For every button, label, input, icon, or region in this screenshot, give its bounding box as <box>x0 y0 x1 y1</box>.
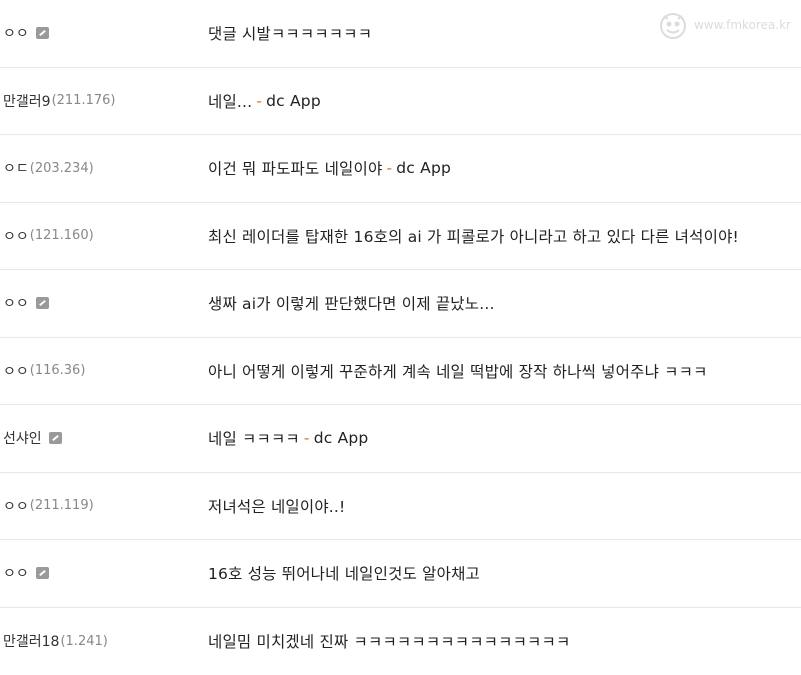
author-ip: (211.119) <box>30 498 94 513</box>
fixed-nick-icon <box>36 297 49 309</box>
app-suffix-dash: - <box>386 159 392 177</box>
comment-author[interactable]: ㅇㅇ <box>3 540 49 607</box>
author-nickname[interactable]: ㅇㅇ <box>3 496 29 516</box>
comment-author[interactable]: ㅇㅇ(211.119) <box>3 473 94 540</box>
author-nickname[interactable]: ㅇㄷ <box>3 158 29 178</box>
comment-text: 이건 뭐 파도파도 네일이야-dc App <box>208 135 451 202</box>
comment-text: 네일 ㅋㅋㅋㅋ-dc App <box>208 405 368 472</box>
fixed-nick-icon <box>36 567 49 579</box>
author-ip: (116.36) <box>30 363 86 378</box>
comment-text: 네일...-dc App <box>208 68 321 135</box>
comment-text: 16호 성능 뛰어나네 네일인것도 알아채고 <box>208 540 480 607</box>
comment-list: ㅇㅇ댓글 시발ㅋㅋㅋㅋㅋㅋㅋ만갤러9(211.176)네일...-dc Appㅇ… <box>0 0 801 675</box>
app-suffix-dash: - <box>256 92 262 110</box>
comment-text: 아니 어떻게 이렇게 꾸준하게 계속 네일 떡밥에 장작 하나씩 넣어주냐 ㅋㅋ… <box>208 338 708 405</box>
app-suffix-label: dc App <box>396 159 451 177</box>
comment-row: ㅇㅇ(116.36) 아니 어떻게 이렇게 꾸준하게 계속 네일 떡밥에 장작 하… <box>0 338 801 406</box>
comment-text: 댓글 시발ㅋㅋㅋㅋㅋㅋㅋ <box>208 0 372 67</box>
comment-text: 네일밈 미치겠네 진짜 ㅋㅋㅋㅋㅋㅋㅋㅋㅋㅋㅋㅋㅋㅋㅋ <box>208 608 570 675</box>
author-nickname[interactable]: 만갤러18 <box>3 631 59 651</box>
fixed-nick-icon <box>36 27 49 39</box>
comment-row: ㅇㅇ(121.160) 최신 레이더를 탑재한 16호의 ai 가 피콜로가 아니… <box>0 203 801 271</box>
comment-body: 생짜 ai가 이렇게 판단했다면 이제 끝났노... <box>208 292 495 314</box>
author-nickname[interactable]: ㅇㅇ <box>3 226 29 246</box>
author-nickname[interactable]: ㅇㅇ <box>3 361 29 381</box>
comment-author[interactable]: ㅇㅇ(116.36) <box>3 338 85 405</box>
author-ip: (203.234) <box>30 161 94 176</box>
author-nickname[interactable]: ㅇㅇ <box>3 23 29 43</box>
comment-row: ㅇㄷ(203.234) 이건 뭐 파도파도 네일이야-dc App <box>0 135 801 203</box>
comment-row: 선샤인 네일 ㅋㅋㅋㅋ-dc App <box>0 405 801 473</box>
comment-row: ㅇㅇ 16호 성능 뛰어나네 네일인것도 알아채고 <box>0 540 801 608</box>
app-suffix-label: dc App <box>266 92 321 110</box>
comment-text: 저녀석은 네일이야..! <box>208 473 345 540</box>
comment-body: 이건 뭐 파도파도 네일이야 <box>208 157 382 179</box>
fixed-nick-icon <box>49 432 62 444</box>
author-ip: (121.160) <box>30 228 94 243</box>
author-nickname[interactable]: ㅇㅇ <box>3 293 29 313</box>
author-ip: (1.241) <box>60 634 107 649</box>
comment-row: 만갤러18(1.241) 네일밈 미치겠네 진짜 ㅋㅋㅋㅋㅋㅋㅋㅋㅋㅋㅋㅋㅋㅋㅋ <box>0 608 801 675</box>
comment-body: 아니 어떻게 이렇게 꾸준하게 계속 네일 떡밥에 장작 하나씩 넣어주냐 ㅋㅋ… <box>208 360 708 382</box>
comment-body: 저녀석은 네일이야..! <box>208 495 345 517</box>
comment-author[interactable]: 만갤러18(1.241) <box>3 608 108 675</box>
comment-author[interactable]: ㅇㅇ(121.160) <box>3 203 94 270</box>
author-nickname[interactable]: 선샤인 <box>3 428 42 448</box>
comment-body: 네일밈 미치겠네 진짜 ㅋㅋㅋㅋㅋㅋㅋㅋㅋㅋㅋㅋㅋㅋㅋ <box>208 630 570 652</box>
author-nickname[interactable]: ㅇㅇ <box>3 563 29 583</box>
author-nickname[interactable]: 만갤러9 <box>3 91 51 111</box>
comment-row: ㅇㅇ 생짜 ai가 이렇게 판단했다면 이제 끝났노... <box>0 270 801 338</box>
comment-author[interactable]: 만갤러9(211.176) <box>3 68 115 135</box>
comment-body: 네일... <box>208 90 252 112</box>
comment-row: 만갤러9(211.176) 네일...-dc App <box>0 68 801 136</box>
comment-body: 댓글 시발ㅋㅋㅋㅋㅋㅋㅋ <box>208 22 372 44</box>
comment-author[interactable]: ㅇㅇ <box>3 270 49 337</box>
comment-text: 최신 레이더를 탑재한 16호의 ai 가 피콜로가 아니라고 하고 있다 다른… <box>208 203 739 270</box>
comment-row: ㅇㅇ(211.119) 저녀석은 네일이야..! <box>0 473 801 541</box>
comment-author[interactable]: 선샤인 <box>3 405 62 472</box>
comment-text: 생짜 ai가 이렇게 판단했다면 이제 끝났노... <box>208 270 495 337</box>
comment-body: 16호 성능 뛰어나네 네일인것도 알아채고 <box>208 562 480 584</box>
comment-row: ㅇㅇ 댓글 시발ㅋㅋㅋㅋㅋㅋㅋ <box>0 0 801 68</box>
comment-author[interactable]: ㅇㅇ <box>3 0 49 67</box>
comment-author[interactable]: ㅇㄷ(203.234) <box>3 135 94 202</box>
comment-body: 최신 레이더를 탑재한 16호의 ai 가 피콜로가 아니라고 하고 있다 다른… <box>208 225 739 247</box>
author-ip: (211.176) <box>52 93 116 108</box>
comment-body: 네일 ㅋㅋㅋㅋ <box>208 427 300 449</box>
app-suffix-label: dc App <box>314 429 369 447</box>
app-suffix-dash: - <box>304 429 310 447</box>
